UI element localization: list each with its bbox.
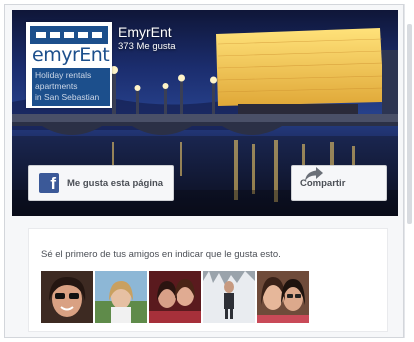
- friend-avatar-1[interactable]: [41, 271, 93, 323]
- share-arrow-icon: [305, 167, 323, 181]
- person-photo-icon: [149, 271, 201, 323]
- facebook-icon: f: [39, 173, 59, 193]
- friend-avatar-4[interactable]: [203, 271, 255, 323]
- logo-window-shape: [78, 32, 88, 38]
- scrollbar-thumb[interactable]: [407, 24, 412, 224]
- vertical-scrollbar[interactable]: [404, 4, 414, 338]
- page-likes-count: 373 Me gusta: [118, 41, 176, 52]
- person-photo-icon: [257, 271, 309, 323]
- friends-like-prompt: Sé el primero de tus amigos en indicar q…: [41, 249, 281, 260]
- person-photo-icon: [95, 271, 147, 323]
- friend-avatar-3[interactable]: [149, 271, 201, 323]
- logo-window-shape: [36, 32, 46, 38]
- logo-tagline: Holiday rentals apartments in San Sebast…: [32, 68, 110, 106]
- logo-tagline-line: apartments: [35, 81, 78, 91]
- person-photo-icon: [203, 271, 255, 323]
- logo-tagline-line: Holiday rentals: [35, 70, 92, 80]
- logo-tagline-line: in San Sebastian: [35, 92, 100, 102]
- page-name-link[interactable]: EmyrEnt: [118, 24, 172, 40]
- friend-avatar-5[interactable]: [257, 271, 309, 323]
- like-page-button[interactable]: f Me gusta esta página: [28, 165, 174, 201]
- logo-window-shape: [50, 32, 60, 38]
- logo-windows-band: [30, 26, 108, 44]
- person-photo-icon: [41, 271, 93, 323]
- page-profile-logo[interactable]: emyrEnt Holiday rentals apartments in Sa…: [26, 22, 112, 108]
- friend-avatar-2[interactable]: [95, 271, 147, 323]
- page-plugin-frame: emyrEnt Holiday rentals apartments in Sa…: [0, 0, 414, 342]
- logo-window-shape: [64, 32, 74, 38]
- friends-section: Sé el primero de tus amigos en indicar q…: [28, 228, 388, 332]
- like-page-label: Me gusta esta página: [67, 177, 164, 189]
- logo-window-shape: [92, 32, 102, 38]
- share-button[interactable]: Compartir: [291, 165, 387, 201]
- logo-brand-text: emyrEnt: [32, 44, 110, 66]
- cover-photo[interactable]: emyrEnt Holiday rentals apartments in Sa…: [12, 10, 398, 216]
